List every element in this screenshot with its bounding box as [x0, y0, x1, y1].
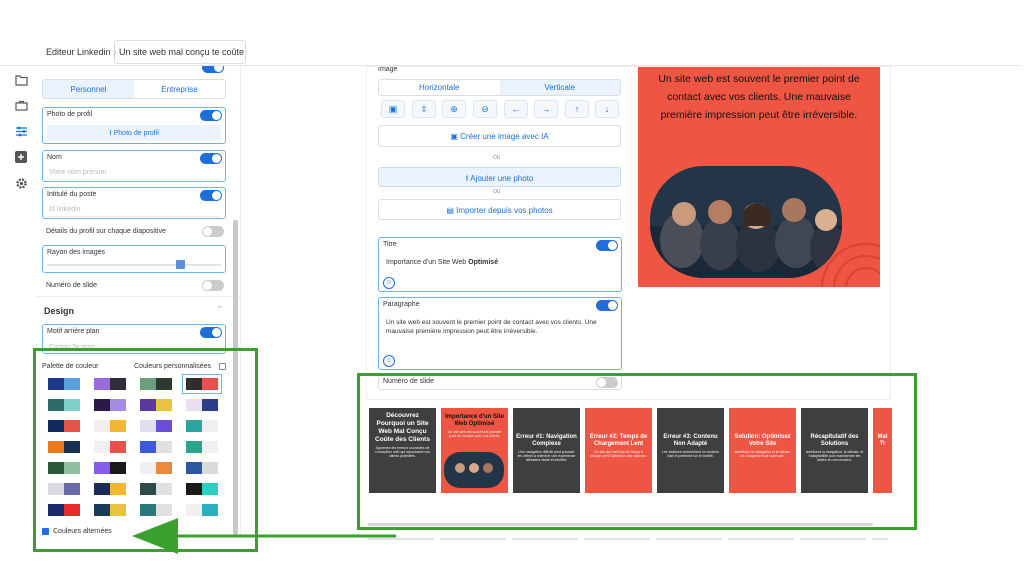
divider	[36, 296, 240, 297]
orientation-tabs: Horizontale Verticale	[378, 79, 621, 96]
motif-toggle[interactable]	[200, 327, 222, 338]
add-photo-button[interactable]: ⭱ Ajouter une photo	[378, 167, 621, 187]
arrow-left-icon[interactable]: ←	[504, 100, 528, 118]
profile-tabs: Personnel Entreprise	[42, 79, 226, 99]
sparkle-icon: ▣	[450, 132, 461, 141]
import-photos-label: Importer depuis vos photos	[456, 206, 553, 215]
image-label: Image	[378, 66, 398, 73]
image-icon[interactable]: ▣	[381, 100, 405, 118]
bottom-placeholders	[368, 538, 888, 540]
motif-label: Motif arrière plan	[47, 328, 100, 335]
slides-highlight-box	[357, 373, 917, 530]
plus-square-icon[interactable]	[12, 148, 30, 166]
photo-field: Photo de profil ⭱ Photo de profil	[42, 107, 226, 144]
zoom-in-icon[interactable]: ⊕	[442, 100, 466, 118]
tab-verticale[interactable]: Verticale	[499, 80, 620, 95]
annotation-arrow	[132, 518, 396, 554]
profile-details-label: Détails du profil sur chaque diapositive	[46, 228, 166, 235]
job-input[interactable]: Id linkedin	[47, 203, 221, 217]
ai-image-button[interactable]: ▣ Créer une image avec IA	[378, 125, 621, 147]
job-toggle[interactable]	[200, 190, 222, 201]
paragraph-card: Paragraphe Un site web est souvent le pr…	[378, 297, 622, 370]
or-divider-2: OU	[493, 189, 501, 195]
folder-icon[interactable]	[12, 71, 30, 89]
preview-photo	[650, 166, 842, 278]
paragraph-label: Paragraphe	[383, 301, 420, 308]
paragraph-text[interactable]: Un site web est souvent le premier point…	[386, 318, 614, 336]
document-title-input[interactable]: Un site web mal conçu te coûte c	[114, 40, 246, 64]
gear-icon[interactable]	[12, 174, 30, 192]
breadcrumb-editor[interactable]: Editeur Linkedin ›	[46, 47, 116, 57]
name-toggle[interactable]	[200, 153, 222, 164]
sliders-icon[interactable]	[12, 122, 30, 140]
radius-slider-handle[interactable]	[175, 260, 185, 269]
slide-number-label: Numéro de slide	[46, 282, 97, 289]
top-partial-toggle[interactable]	[202, 66, 224, 73]
preview-decoration	[821, 243, 880, 287]
image-toolbar: ▣ ⇳ ⊕ ⊖ ← → ↑ ↓	[378, 100, 621, 118]
gallery-icon: ▤	[446, 206, 457, 215]
top-bar: Editeur Linkedin › Un site web mal conçu…	[0, 38, 1020, 66]
slide-preview: Un site web est souvent le premier point…	[638, 66, 880, 287]
title-text-bold: Optimisé	[468, 259, 499, 266]
arrow-right-icon[interactable]: →	[534, 100, 558, 118]
title-toggle[interactable]	[596, 240, 618, 251]
ai-title-icon[interactable]: ☺	[383, 277, 395, 289]
tab-personnel[interactable]: Personnel	[43, 80, 134, 98]
arrow-down-icon[interactable]: ↓	[595, 100, 619, 118]
job-field: Intitulé du poste Id linkedin	[42, 187, 226, 219]
preview-text: Un site web est souvent le premier point…	[658, 73, 860, 121]
title-text[interactable]: Importance d'un Site Web Optimisé	[386, 259, 498, 266]
profile-details-toggle[interactable]	[202, 226, 224, 237]
ai-paragraph-icon[interactable]: ☺	[383, 355, 395, 367]
name-input[interactable]: Votre nom prénom	[47, 166, 221, 180]
title-label: Titre	[383, 241, 397, 248]
name-field: Nom Votre nom prénom	[42, 150, 226, 182]
add-photo-label: Ajouter une photo	[470, 174, 534, 183]
paragraph-toggle[interactable]	[596, 300, 618, 311]
radius-label: Rayon des images	[47, 249, 105, 256]
photo-toggle[interactable]	[200, 110, 222, 121]
job-label: Intitulé du poste	[47, 191, 97, 198]
briefcase-icon[interactable]	[12, 96, 30, 114]
title-text-normal: Importance d'un Site Web	[386, 259, 469, 266]
chevron-up-icon[interactable]: ˆ	[218, 305, 221, 315]
tab-horizontale[interactable]: Horizontale	[379, 80, 500, 95]
slide-number-toggle[interactable]	[202, 280, 224, 291]
tab-entreprise[interactable]: Entreprise	[134, 80, 225, 98]
radius-slider-track[interactable]	[47, 264, 221, 266]
arrow-up-icon[interactable]: ↑	[565, 100, 589, 118]
upload-photo-button[interactable]: ⭱ Photo de profil	[47, 125, 221, 141]
name-label: Nom	[47, 154, 62, 161]
import-photos-button[interactable]: ▤ Importer depuis vos photos	[378, 199, 621, 220]
zoom-out-icon[interactable]: ⊖	[473, 100, 497, 118]
or-divider-1: OU	[493, 155, 501, 161]
design-heading[interactable]: Design	[44, 306, 74, 316]
photo-label: Photo de profil	[47, 111, 93, 118]
title-card: Titre Importance d'un Site Web Optimisé …	[378, 237, 622, 292]
ai-image-label: Créer une image avec IA	[460, 132, 549, 141]
radius-field: Rayon des images	[42, 245, 226, 273]
move-vertical-icon[interactable]: ⇳	[412, 100, 436, 118]
